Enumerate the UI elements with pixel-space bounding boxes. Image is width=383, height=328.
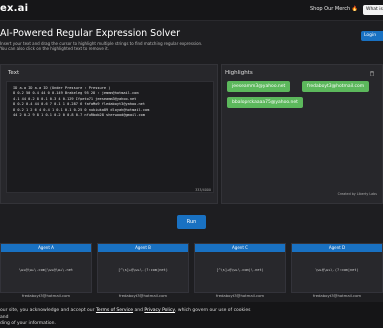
character-counter: 333/4000 [195,188,211,192]
subtitle-line-2: You can also click on the highlighted te… [0,46,110,51]
login-button[interactable]: Login [361,31,383,41]
agent-regex[interactable]: \w+@\w+\.com|\w+@\w+\.net [1,268,91,272]
created-by-credit[interactable]: Created by Liberty Labs [338,192,377,196]
run-button[interactable]: Run [177,215,206,229]
text-input-area[interactable]: ID a.a ID a.a ID (Under Pressure : Press… [6,81,214,193]
agent-name: Agent D [292,244,382,252]
page-title: AI-Powered Regular Expression Solver [0,28,181,39]
agent-name: Agent B [98,244,188,252]
highlight-chip[interactable]: jeeseamm3@yahoo.net [227,81,291,92]
agent-match-result: fredaboyt3@hotmail.com [21,293,71,298]
privacy-policy-link[interactable]: Privacy Policy [144,308,175,313]
cookie-line-1: our site, you acknowledge and accept our… [0,308,260,321]
text-panel: Text ID a.a ID a.a ID (Under Pressure : … [0,64,218,204]
highlight-chip[interactable]: bbaloprckaaaa75@yahoo.net [227,97,303,108]
terms-of-service-link[interactable]: Terms of Service [96,308,133,313]
agent-card-a: Agent A \w+@\w+\.com|\w+@\w+\.net [0,243,92,293]
cookie-banner-text: our site, you acknowledge and accept our… [0,308,260,328]
agent-regex[interactable]: [^\s]+@\w+\.(?:com|net) [98,268,188,272]
shop-merch-link[interactable]: Shop Our Merch 🔥 [310,6,358,12]
agent-card-b: Agent B [^\s]+@\w+\.(?:com|net) [97,243,189,293]
text-panel-label: Text [8,70,20,76]
agent-match-result: fredaboyt3@hotmail.com [215,293,265,298]
page-subtitle: Insert your text and drag the cursor to … [0,41,260,51]
highlight-chip[interactable]: fredaboyt3@hotmail.com [302,81,370,92]
cookie-banner: our site, you acknowledge and accept our… [0,302,383,328]
trash-icon[interactable] [370,71,374,76]
agent-regex[interactable]: [^\s]+@\w+\.com|\.net) [195,268,285,272]
agent-regex[interactable]: \w+@\w+\.(?:com|net) [292,268,382,272]
cookie-line-2: ding of your information. [0,321,56,326]
agent-match-result: fredaboyt3@hotmail.com [118,293,168,298]
top-navigation-bar: ex.ai Shop Our Merch 🔥 What is [0,0,383,21]
agent-name: Agent A [1,244,91,252]
what-is-button[interactable]: What is [363,5,383,15]
cookie-and-text: and [133,308,145,313]
logo[interactable]: ex.ai [0,3,28,14]
agent-match-result: fredaboyt3@hotmail.com [312,293,362,298]
agent-card-c: Agent C [^\s]+@\w+\.com|\.net) [194,243,286,293]
highlights-panel-label: Highlights [225,70,253,76]
agent-name: Agent C [195,244,285,252]
agent-card-d: Agent D \w+@\w+\.(?:com|net) [291,243,383,293]
cookie-text-start: our site, you acknowledge and accept our [0,308,96,313]
